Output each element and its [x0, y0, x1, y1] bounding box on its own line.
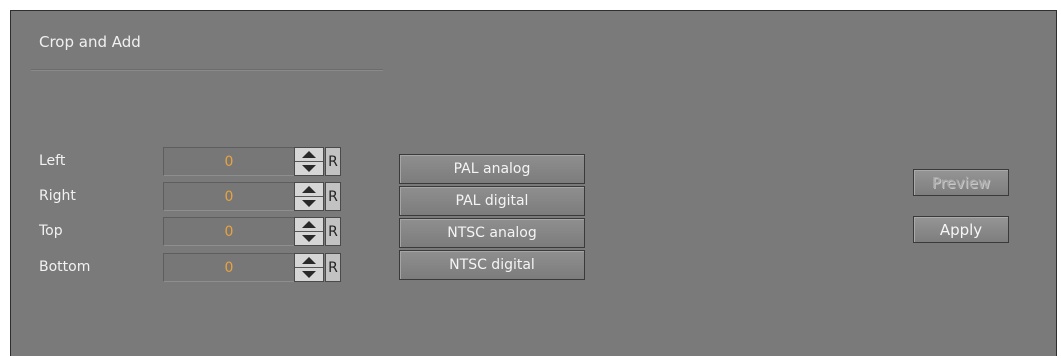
right-reset-button[interactable]: R — [325, 182, 341, 211]
arrow-up-icon — [302, 220, 316, 228]
crop-and-add-panel: Crop and Add Left 0 R Right 0 R Top 0 R … — [10, 10, 1057, 356]
arrow-up-icon — [302, 256, 316, 264]
left-label: Left — [39, 153, 66, 169]
bottom-increment-button[interactable] — [295, 254, 323, 268]
bottom-crop-input[interactable]: 0 — [163, 253, 295, 282]
top-crop-spinner[interactable] — [294, 217, 324, 246]
top-reset-button[interactable]: R — [325, 217, 341, 246]
top-crop-input[interactable]: 0 — [163, 217, 295, 246]
arrow-down-icon — [302, 199, 316, 207]
arrow-up-icon — [302, 150, 316, 158]
right-crop-spinner[interactable] — [294, 182, 324, 211]
left-crop-input[interactable]: 0 — [163, 147, 295, 176]
right-label: Right — [39, 188, 76, 204]
left-increment-button[interactable] — [295, 148, 323, 162]
apply-button[interactable]: Apply — [913, 216, 1009, 243]
right-crop-input[interactable]: 0 — [163, 182, 295, 211]
ntsc-analog-button[interactable]: NTSC analog — [399, 218, 585, 248]
pal-digital-button[interactable]: PAL digital — [399, 186, 585, 216]
top-label: Top — [39, 223, 63, 239]
title-divider — [31, 69, 383, 71]
panel-title: Crop and Add — [39, 33, 141, 51]
arrow-up-icon — [302, 185, 316, 193]
preview-button[interactable]: Preview — [913, 169, 1009, 196]
right-decrement-button[interactable] — [295, 197, 323, 211]
right-increment-button[interactable] — [295, 183, 323, 197]
bottom-crop-spinner[interactable] — [294, 253, 324, 282]
bottom-reset-button[interactable]: R — [325, 253, 341, 282]
left-decrement-button[interactable] — [295, 162, 323, 176]
arrow-down-icon — [302, 234, 316, 242]
left-reset-button[interactable]: R — [325, 147, 341, 176]
arrow-down-icon — [302, 270, 316, 278]
arrow-down-icon — [302, 164, 316, 172]
top-increment-button[interactable] — [295, 218, 323, 232]
pal-analog-button[interactable]: PAL analog — [399, 154, 585, 184]
bottom-decrement-button[interactable] — [295, 268, 323, 282]
ntsc-digital-button[interactable]: NTSC digital — [399, 250, 585, 280]
bottom-label: Bottom — [39, 259, 91, 275]
top-decrement-button[interactable] — [295, 232, 323, 246]
left-crop-spinner[interactable] — [294, 147, 324, 176]
